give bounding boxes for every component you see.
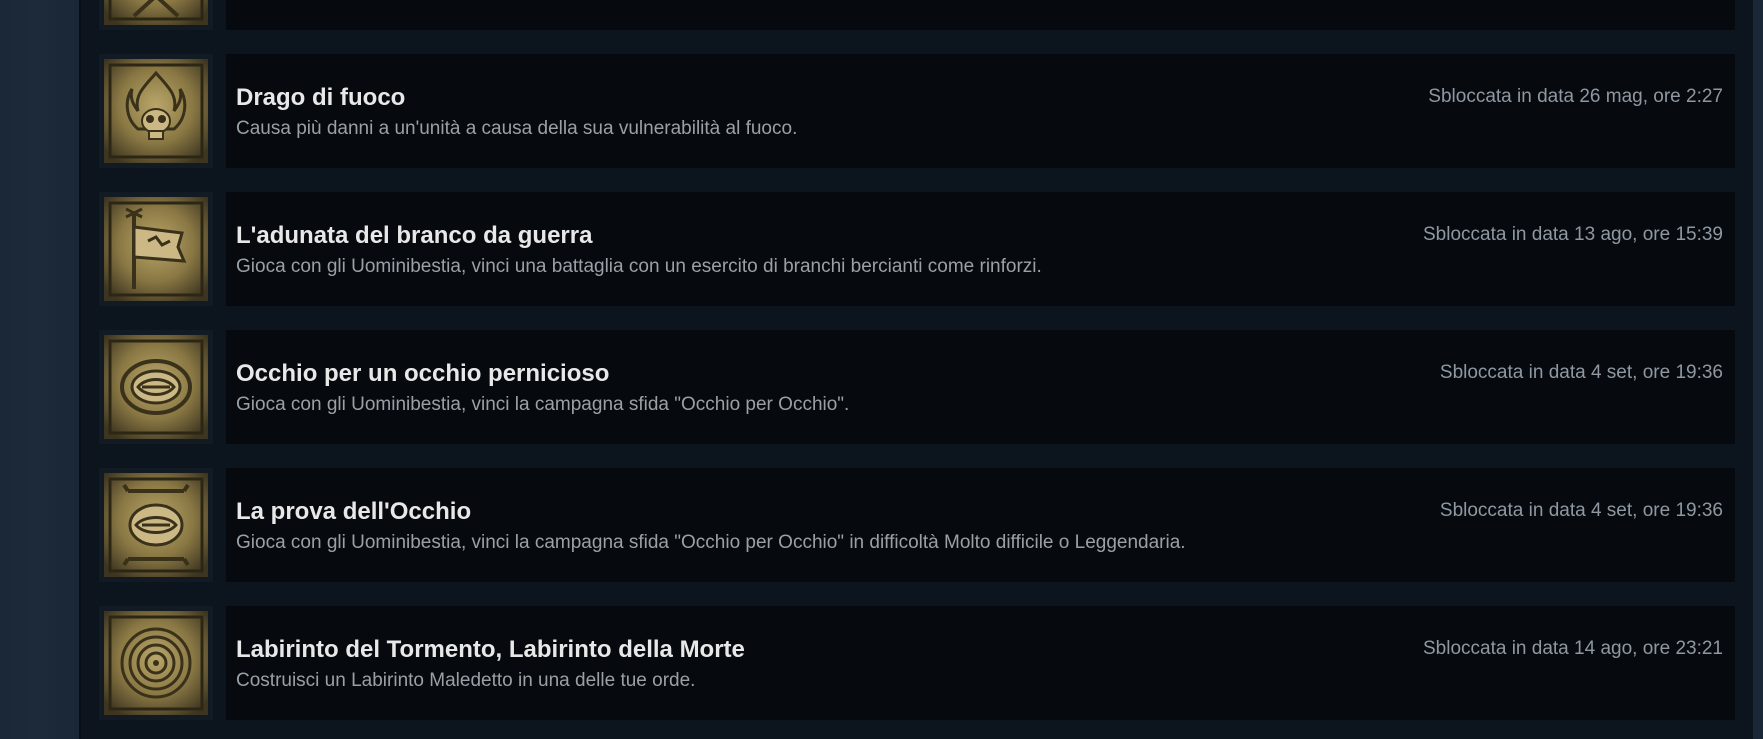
achievement-title: Drago di fuoco: [236, 84, 406, 111]
achievement-title: La prova dell'Occhio: [236, 498, 472, 525]
war-banner-icon: [104, 197, 208, 301]
achievement-icon-frame: [99, 0, 213, 30]
achievement-title: Occhio per un occhio pernicioso: [236, 360, 610, 387]
achievement-title: Labirinto del Tormento, Labirinto della …: [236, 636, 745, 663]
achievement-row[interactable]: Drago di fuoco Causa più danni a un'unit…: [99, 54, 1735, 168]
achievement-description: Gioca con gli Uominibestia, vinci la cam…: [236, 532, 1186, 553]
achievement-row[interactable]: La prova dell'Occhio Gioca con gli Uomin…: [99, 468, 1735, 582]
crossed-blades-icon: [104, 0, 208, 25]
eye-emblem-icon: [104, 335, 208, 439]
labyrinth-icon: [104, 611, 208, 715]
achievement-details: L'adunata del branco da guerra Gioca con…: [226, 192, 1735, 306]
achievement-description: Gioca con gli Uominibestia, vinci la cam…: [236, 394, 850, 415]
achievement-unlock-date: Sbloccata in data 4 set, ore 19:36: [1439, 362, 1723, 383]
achievement-details: Drago di fuoco Causa più danni a un'unit…: [226, 54, 1735, 168]
achievement-icon-frame: [99, 192, 213, 306]
flaming-skull-icon: [104, 59, 208, 163]
achievement-row[interactable]: L'adunata del branco da guerra Gioca con…: [99, 192, 1735, 306]
achievement-row[interactable]: [99, 0, 1735, 30]
achievement-details: Labirinto del Tormento, Labirinto della …: [226, 606, 1735, 720]
achievement-description: Causa più danni a un'unità a causa della…: [236, 118, 798, 139]
achievement-details: [226, 0, 1735, 30]
achievement-unlock-date: Sbloccata in data 4 set, ore 19:36: [1439, 500, 1723, 521]
achievement-icon-frame: [99, 54, 213, 168]
achievement-icon-frame: [99, 606, 213, 720]
achievement-icon-frame: [99, 330, 213, 444]
achievement-icon-frame: [99, 468, 213, 582]
achievement-description: Costruisci un Labirinto Maledetto in una…: [236, 670, 696, 691]
achievement-details: Occhio per un occhio pernicioso Gioca co…: [226, 330, 1735, 444]
achievement-row[interactable]: Labirinto del Tormento, Labirinto della …: [99, 606, 1735, 720]
achievement-row[interactable]: Occhio per un occhio pernicioso Gioca co…: [99, 330, 1735, 444]
achievement-details: La prova dell'Occhio Gioca con gli Uomin…: [226, 468, 1735, 582]
achievement-title: L'adunata del branco da guerra: [236, 222, 593, 249]
achievement-unlock-date: Sbloccata in data 14 ago, ore 23:21: [1422, 638, 1723, 659]
achievement-description: Gioca con gli Uominibestia, vinci una ba…: [236, 256, 1042, 277]
eye-emblem-horned-icon: [104, 473, 208, 577]
achievement-unlock-date: Sbloccata in data 13 ago, ore 15:39: [1422, 224, 1723, 245]
achievement-unlock-date: Sbloccata in data 26 mag, ore 2:27: [1428, 86, 1723, 107]
